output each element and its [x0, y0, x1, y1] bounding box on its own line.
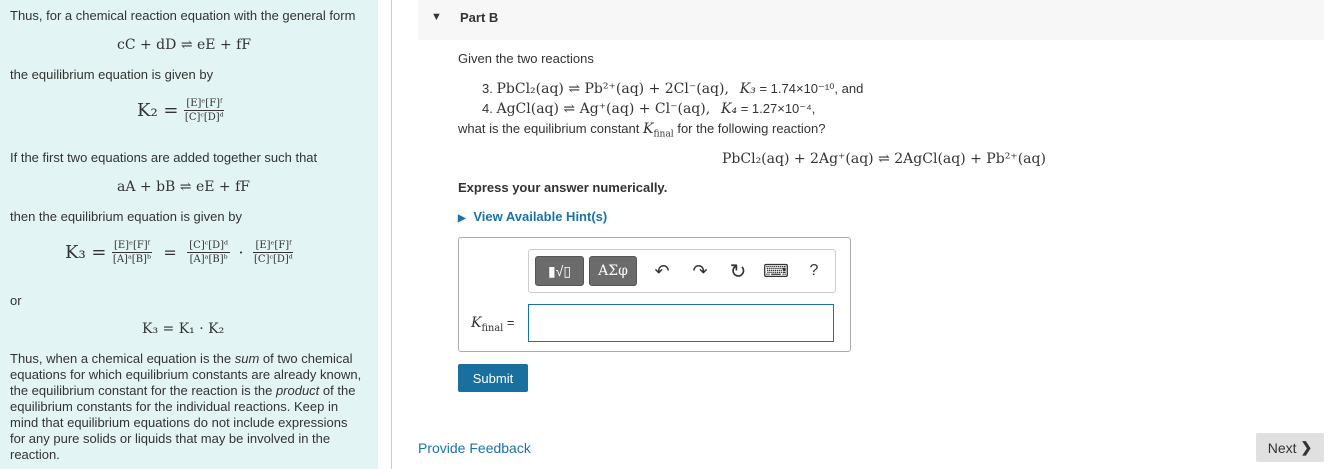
- answer-input[interactable]: [528, 304, 834, 342]
- k3-denominator-2: [A]ᵃ[B]ᵇ: [189, 254, 228, 265]
- k3-denominator-1: [A]ᵃ[B]ᵇ: [112, 254, 151, 265]
- reset-icon: ↻: [729, 260, 747, 283]
- then-text: then the equilibrium equation is given b…: [10, 209, 242, 224]
- k2-numerator: [E]ᵉ[F]ᶠ: [184, 98, 225, 111]
- reset-button[interactable]: ↻: [721, 256, 755, 286]
- provide-feedback-link[interactable]: Provide Feedback: [418, 440, 531, 456]
- answer-label-subscript: final: [481, 322, 504, 334]
- reaction-4-equation: AgCl(aq) ⇌ Ag⁺(aq) + Cl⁻(aq),: [496, 101, 711, 117]
- reaction-3-value: = 1.74×10⁻¹⁰, and: [755, 81, 864, 96]
- equilibrium-text: the equilibrium equation is given by: [10, 67, 214, 82]
- explanation-panel: Thus, for a chemical reaction equation w…: [0, 0, 378, 469]
- part-header[interactable]: ▼ Part B: [418, 0, 1324, 40]
- k3-numerator-1: [E]ᵉ[F]ᶠ: [111, 240, 152, 253]
- question-part-b: for the following reaction?: [673, 121, 826, 136]
- undo-icon: ↶: [654, 260, 670, 281]
- part-title: Part B: [460, 10, 499, 25]
- math-toolbar: ▮√▯ ΑΣφ ↶ ↷ ↻ ⌨ ?: [528, 249, 836, 293]
- answer-label-k: K: [471, 315, 482, 331]
- greek-symbols-button[interactable]: ΑΣφ: [589, 256, 637, 286]
- summary-part-a: Thus, when a chemical equation is the: [10, 351, 235, 366]
- question-part-a: what is the equilibrium constant: [458, 121, 643, 136]
- k3-product-equation: K₃ = K₁ · K₂: [142, 321, 225, 337]
- chevron-right-icon: ❯: [1300, 439, 1313, 455]
- view-hints-link[interactable]: ▶ View Available Hint(s): [458, 209, 607, 227]
- intro-text: Thus, for a chemical reaction equation w…: [10, 8, 356, 23]
- k2-fraction: [E]ᵉ[F]ᶠ [C]ᶜ[D]ᵈ: [183, 98, 226, 123]
- next-label: Next: [1267, 439, 1297, 456]
- keyboard-icon: ⌨: [763, 260, 789, 281]
- next-button[interactable]: Next ❯: [1256, 433, 1324, 462]
- undo-button[interactable]: ↶: [645, 256, 679, 286]
- answer-label-equals: =: [503, 315, 515, 330]
- k3-fraction-3: [E]ᵉ[F]ᶠ [C]ᶜ[D]ᵈ: [252, 240, 295, 265]
- k3-denominator-3: [C]ᶜ[D]ᵈ: [254, 254, 293, 265]
- k2-lhs: K₂ =: [137, 100, 179, 121]
- view-hints-label: View Available Hint(s): [473, 209, 608, 224]
- summary-paragraph: Thus, when a chemical equation is the su…: [10, 351, 366, 463]
- reaction-3-number: 3.: [482, 81, 493, 96]
- answer-box: ▮√▯ ΑΣφ ↶ ↷ ↻ ⌨ ? Kfinal =: [458, 237, 851, 352]
- k3-fraction-1: [E]ᵉ[F]ᶠ [A]ᵃ[B]ᵇ: [111, 240, 153, 265]
- question-k: K: [642, 121, 654, 137]
- k3-dot: ·: [238, 243, 244, 262]
- help-button[interactable]: ?: [797, 256, 831, 286]
- help-icon: ?: [809, 262, 819, 279]
- target-reaction: PbCl₂(aq) + 2Ag⁺(aq) ⇌ 2AgCl(aq) + Pb²⁺(…: [722, 151, 1046, 167]
- question-line: what is the equilibrium constant Kfinal …: [458, 121, 825, 143]
- hint-caret-icon: ▶: [458, 213, 466, 224]
- reaction-3-k: K₃: [739, 81, 756, 97]
- keyboard-button[interactable]: ⌨: [759, 256, 793, 286]
- reaction-3: 3. PbCl₂(aq) ⇌ Pb²⁺(aq) + 2Cl⁻(aq), K₃ =…: [482, 81, 863, 97]
- greek-icon: ΑΣφ: [598, 263, 628, 279]
- templates-icon: ▮√▯: [547, 262, 572, 279]
- answer-label: Kfinal =: [471, 314, 515, 334]
- summary-sum: sum: [234, 351, 260, 366]
- k2-denominator: [C]ᶜ[D]ᵈ: [184, 112, 224, 123]
- reaction-3-equation: PbCl₂(aq) ⇌ Pb²⁺(aq) + 2Cl⁻(aq),: [496, 81, 729, 97]
- intro-line: Given the two reactions: [458, 51, 594, 66]
- k3-lhs: K₃ =: [65, 242, 107, 263]
- or-text: or: [10, 293, 22, 308]
- reaction-4: 4. AgCl(aq) ⇌ Ag⁺(aq) + Cl⁻(aq), K₄ = 1.…: [482, 101, 815, 117]
- panel-divider: [391, 0, 392, 469]
- express-instruction: Express your answer numerically.: [458, 180, 668, 195]
- redo-button[interactable]: ↷: [683, 256, 717, 286]
- k3-fraction-2: [C]ᶜ[D]ᵈ [A]ᵃ[B]ᵇ: [187, 240, 231, 265]
- k3-expression: K₃ = [E]ᵉ[F]ᶠ [A]ᵃ[B]ᵇ = [C]ᶜ[D]ᵈ [A]ᵃ[B…: [65, 240, 295, 265]
- k3-numerator-3: [E]ᵉ[F]ᶠ: [253, 240, 294, 253]
- general-equation: cC + dD ⇌ eE + fF: [117, 37, 252, 53]
- combined-equation: aA + bB ⇌ eE + fF: [117, 179, 250, 195]
- k3-equals: =: [163, 243, 177, 262]
- combined-text: If the first two equations are added tog…: [10, 150, 318, 165]
- question-k-subscript: final: [653, 129, 674, 140]
- k2-expression: K₂ = [E]ᵉ[F]ᶠ [C]ᶜ[D]ᵈ: [137, 98, 226, 123]
- submit-button[interactable]: Submit: [458, 364, 528, 392]
- templates-button[interactable]: ▮√▯: [535, 256, 584, 286]
- reaction-4-k: K₄: [721, 101, 738, 117]
- reaction-4-value: = 1.27×10⁻⁴,: [737, 101, 816, 116]
- collapse-caret-icon[interactable]: ▼: [431, 11, 442, 23]
- reaction-4-number: 4.: [482, 101, 493, 116]
- summary-product: product: [275, 383, 320, 398]
- redo-icon: ↷: [692, 260, 708, 281]
- k3-numerator-2: [C]ᶜ[D]ᵈ: [187, 240, 231, 253]
